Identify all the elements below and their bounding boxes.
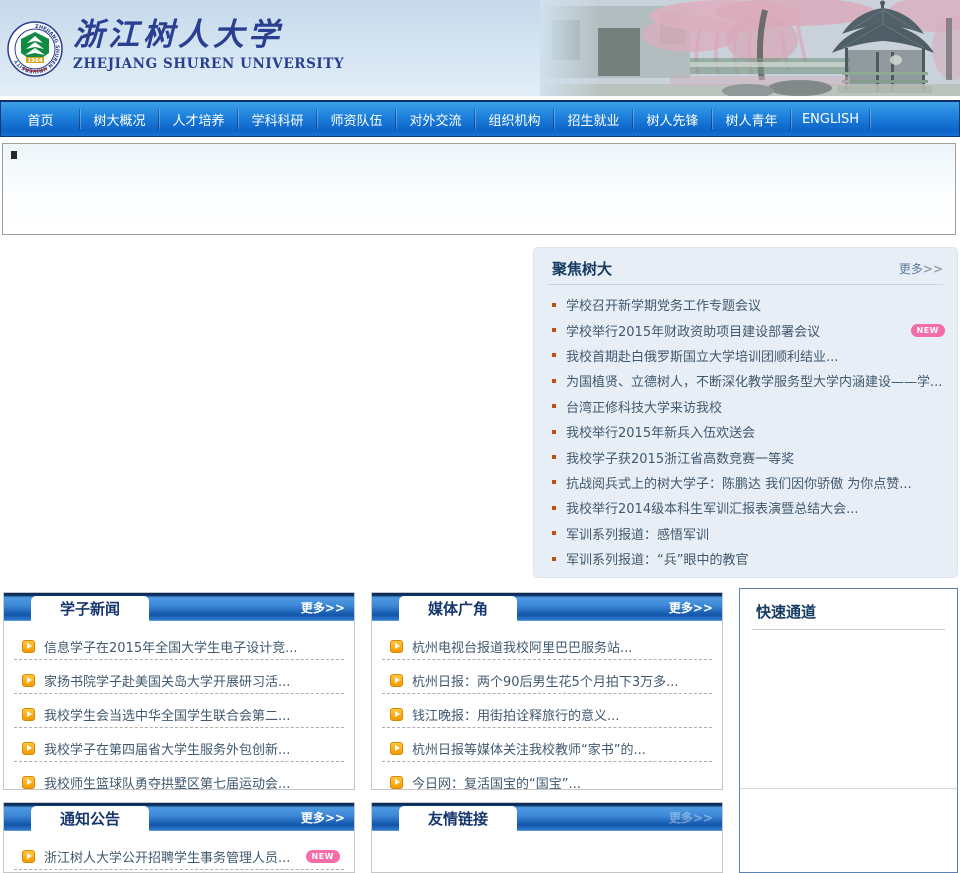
news-item[interactable]: 浙江树人大学公开招聘学生事务管理人员... NEW xyxy=(4,839,354,872)
arrow-play-icon xyxy=(390,673,403,687)
arrow-play-icon xyxy=(390,707,403,721)
news-item[interactable]: 学校召开新学期党务工作专题会议 xyxy=(534,292,957,317)
panel-tab: 媒体广角 xyxy=(399,596,517,621)
main-nav: 首页 树大概况 人才培养 学科科研 师资队伍 对外交流 组织机构 招生就业 树人… xyxy=(0,100,960,137)
banner-area xyxy=(2,143,956,235)
notices-panel: 通知公告 更多>> 浙江树人大学公开招聘学生事务管理人员... NEW xyxy=(3,802,355,873)
media-news-list: 杭州电视台报道我校阿里巴巴服务站... 杭州日报：两个90后男生花5个月拍下3万… xyxy=(372,621,722,789)
bullet-icon xyxy=(552,429,556,434)
news-item[interactable]: 我校首期赴白俄罗斯国立大学培训团顺利结业... xyxy=(534,343,957,368)
bullet-icon xyxy=(552,556,556,561)
friendly-links-panel: 友情链接 更多>> xyxy=(371,802,723,873)
quick-channel-panel: 快速通道 xyxy=(739,588,958,873)
bullet-icon xyxy=(552,480,556,485)
quick-channel-title: 快速通道 xyxy=(756,603,817,621)
arrow-play-icon xyxy=(22,775,35,789)
notices-more-link[interactable]: 更多>> xyxy=(301,803,345,831)
media-panel: 媒体广角 更多>> 杭州电视台报道我校阿里巴巴服务站... 杭州日报：两个90后… xyxy=(371,592,723,790)
bullet-icon xyxy=(552,353,556,358)
panel-tab: 通知公告 xyxy=(31,806,149,831)
news-item[interactable]: 台湾正修科技大学来访我校 xyxy=(534,394,957,419)
divider xyxy=(740,788,957,789)
nav-item[interactable]: 人才培养 xyxy=(159,102,238,136)
university-name-en: ZHEJIANG SHUREN UNIVERSITY xyxy=(73,56,345,72)
bullet-icon xyxy=(552,531,556,536)
news-item[interactable]: 信息学子在2015年全国大学生电子设计竞... xyxy=(4,629,354,663)
student-news-more-link[interactable]: 更多>> xyxy=(301,593,345,621)
nav-item[interactable]: 组织机构 xyxy=(475,102,554,136)
news-item[interactable]: 我校学生会当选中华全国学生联合会第二... xyxy=(4,697,354,731)
arrow-play-icon xyxy=(390,639,403,653)
panel-tab: 学子新闻 xyxy=(31,596,149,621)
news-item[interactable]: 抗战阅兵式上的树大学子：陈鹏达 我们因你骄傲 为你点赞... xyxy=(534,470,957,495)
news-item[interactable]: 我校学子在第四届省大学生服务外包创新... xyxy=(4,731,354,765)
nav-item[interactable]: 对外交流 xyxy=(396,102,475,136)
panel-header: 媒体广角 更多>> xyxy=(372,593,722,621)
nav-item[interactable]: 树人先锋 xyxy=(633,102,712,136)
divider xyxy=(752,629,945,630)
arrow-play-icon xyxy=(22,673,35,687)
focus-more-link[interactable]: 更多>> xyxy=(899,260,943,277)
nav-item[interactable]: 树大概况 xyxy=(80,102,159,136)
student-news-panel: 学子新闻 更多>> 信息学子在2015年全国大学生电子设计竞... 家扬书院学子… xyxy=(3,592,355,790)
site-header: ZHEJIANG SHUREN UNIVERSITY 1984 浙江树人大学 Z… xyxy=(0,0,960,96)
news-item[interactable]: 钱江晚报：用街拍诠释旅行的意义... xyxy=(372,697,722,731)
news-item[interactable]: 我校举行2015年新兵入伍欢送会 xyxy=(534,419,957,444)
media-more-link[interactable]: 更多>> xyxy=(669,593,713,621)
student-news-list: 信息学子在2015年全国大学生电子设计竞... 家扬书院学子赴美国关岛大学开展研… xyxy=(4,621,354,789)
news-item[interactable]: 杭州日报等媒体关注我校教师“家书”的... xyxy=(372,731,722,765)
arrow-play-icon xyxy=(22,707,35,721)
new-badge: NEW xyxy=(305,849,340,863)
news-item[interactable]: 学校举行2015年财政资助项目建设部署会议 NEW xyxy=(534,317,957,342)
panel-header: 通知公告 更多>> xyxy=(4,803,354,831)
brand-block: 浙江树人大学 ZHEJIANG SHUREN UNIVERSITY xyxy=(73,17,344,72)
nav-item[interactable]: ENGLISH xyxy=(791,102,870,136)
new-badge: NEW xyxy=(910,323,945,337)
logo-year: 1984 xyxy=(27,58,42,64)
university-name-cn: 浙江树人大学 xyxy=(73,17,283,53)
news-item[interactable]: 军训系列报道：“兵”眼中的教官 xyxy=(534,546,957,571)
panel-header: 学子新闻 更多>> xyxy=(4,593,354,621)
bullet-icon xyxy=(552,455,556,460)
news-item[interactable]: 我校学子获2015浙江省高数竞赛一等奖 xyxy=(534,444,957,469)
news-item[interactable]: 家扬书院学子赴美国关岛大学开展研习活... xyxy=(4,663,354,697)
news-item[interactable]: 杭州电视台报道我校阿里巴巴服务站... xyxy=(372,629,722,663)
arrow-play-icon xyxy=(390,775,403,789)
nav-item[interactable]: 首页 xyxy=(1,102,80,136)
news-item[interactable]: 我校师生篮球队勇夺拱墅区第七届运动会... xyxy=(4,765,354,789)
links-more-link[interactable]: 更多>> xyxy=(669,803,713,831)
arrow-play-icon xyxy=(22,849,35,863)
news-item[interactable]: 今日网：复活国宝的“国宝”... xyxy=(372,765,722,789)
arrow-play-icon xyxy=(390,741,403,755)
news-item[interactable]: 杭州日报：两个90后男生花5个月拍下3万多... xyxy=(372,663,722,697)
focus-title: 聚焦树大 xyxy=(552,260,613,278)
arrow-play-icon xyxy=(22,741,35,755)
bullet-icon xyxy=(552,302,556,307)
arrow-play-icon xyxy=(22,639,35,653)
bullet-icon xyxy=(552,505,556,510)
news-item[interactable]: 我校举行2014级本科生军训汇报表演暨总结大会... xyxy=(534,495,957,520)
nav-item[interactable]: 师资队伍 xyxy=(317,102,396,136)
panel-header: 友情链接 更多>> xyxy=(372,803,722,831)
focus-panel: 聚焦树大 更多>> 学校召开新学期党务工作专题会议 学校举行2015年财政资助项… xyxy=(533,247,958,578)
news-item[interactable]: 为国植贤、立德树人，不断深化教学服务型大学内涵建设——学... xyxy=(534,368,957,393)
focus-news-list: 学校召开新学期党务工作专题会议 学校举行2015年财政资助项目建设部署会议 NE… xyxy=(534,285,957,571)
bullet-icon xyxy=(552,378,556,383)
nav-item[interactable]: 学科科研 xyxy=(238,102,317,136)
notices-list: 浙江树人大学公开招聘学生事务管理人员... NEW xyxy=(4,831,354,872)
panel-tab: 友情链接 xyxy=(399,806,517,831)
university-logo: ZHEJIANG SHUREN UNIVERSITY 1984 xyxy=(7,21,63,77)
garden-photo xyxy=(540,0,960,96)
nav-item[interactable]: 招生就业 xyxy=(554,102,633,136)
nav-item[interactable]: 树人青年 xyxy=(712,102,791,136)
bullet-icon xyxy=(552,328,556,333)
news-item[interactable]: 军训系列报道：感悟军训 xyxy=(534,521,957,546)
broken-image-icon xyxy=(11,151,17,159)
bullet-icon xyxy=(552,404,556,409)
